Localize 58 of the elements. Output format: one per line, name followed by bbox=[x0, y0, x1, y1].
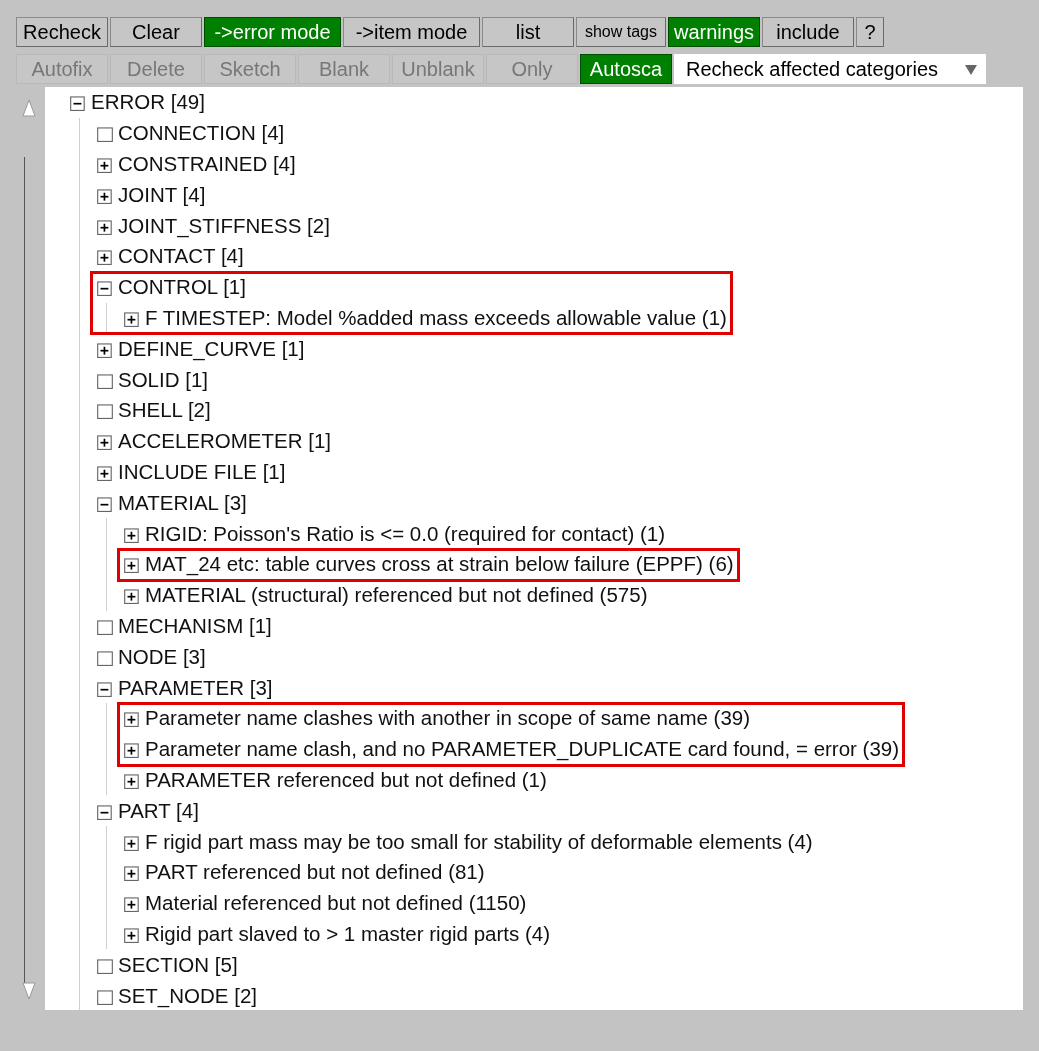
collapse-icon[interactable] bbox=[69, 93, 87, 112]
tree-item[interactable]: ERROR [49] bbox=[91, 90, 205, 115]
tree-item[interactable]: SET_NODE [2] bbox=[118, 983, 257, 1008]
expand-icon[interactable] bbox=[123, 555, 141, 574]
toolbar-button[interactable]: list bbox=[482, 17, 574, 47]
scroll-up-icon[interactable] bbox=[22, 99, 36, 117]
tree-item[interactable]: DEFINE_CURVE [1] bbox=[118, 336, 305, 361]
tree-item[interactable]: Parameter name clash, and no PARAMETER_DUPLICATE card found, = error (39) bbox=[145, 737, 900, 762]
tree-item[interactable]: PARAMETER referenced but not defined (1) bbox=[145, 767, 547, 792]
tree-item[interactable]: CONTROL [1] bbox=[118, 275, 246, 300]
expand-icon[interactable] bbox=[96, 155, 114, 173]
tree-item[interactable]: MATERIAL [3] bbox=[118, 490, 247, 515]
tree-item[interactable]: RIGID: Poisson's Ratio is <= 0.0 (required for contact) (1) bbox=[145, 521, 666, 546]
expand-icon[interactable] bbox=[123, 586, 141, 605]
toolbar-button[interactable]: ->error mode bbox=[204, 17, 341, 47]
expand-icon[interactable] bbox=[123, 894, 141, 913]
toolbar-button[interactable]: warnings bbox=[668, 17, 760, 47]
tree-item[interactable]: SHELL [2] bbox=[118, 398, 211, 423]
tree-item[interactable]: CONTACT [4] bbox=[118, 244, 244, 269]
tree-item[interactable]: CONSTRAINED [4] bbox=[118, 152, 296, 176]
expand-icon[interactable] bbox=[96, 432, 114, 451]
recheck-dropdown[interactable]: Recheck affected categories bbox=[674, 54, 986, 84]
tree-item[interactable]: Parameter name clashes with another in scope of same name (39) bbox=[145, 706, 751, 731]
tree-item[interactable]: Material referenced but not defined (1150) bbox=[145, 891, 527, 916]
toolbar-button[interactable]: include bbox=[762, 17, 854, 47]
tree-item[interactable]: JOINT [4] bbox=[118, 182, 206, 207]
toolbar-button[interactable]: ? bbox=[856, 17, 884, 47]
tree-item[interactable]: MATERIAL (structural) referenced but not defined (575) bbox=[145, 583, 648, 608]
tree-item[interactable]: CONNECTION [4] bbox=[118, 121, 285, 146]
tree-item[interactable]: PARAMETER [3] bbox=[118, 675, 273, 700]
tree-item[interactable]: INCLUDE FILE [1] bbox=[118, 459, 286, 484]
toolbar-button[interactable]: show tags bbox=[576, 17, 666, 47]
tree-item[interactable]: PART referenced but not defined (81) bbox=[145, 860, 485, 885]
tree-item[interactable]: SOLID [1] bbox=[118, 367, 208, 392]
dropdown-arrow-icon bbox=[964, 62, 978, 76]
toolbar-button[interactable]: ->item mode bbox=[343, 17, 480, 47]
tree-item[interactable]: F TIMESTEP: Model %added mass exceeds allowable value (1) bbox=[145, 305, 727, 330]
tree-item[interactable]: PART [4] bbox=[118, 798, 199, 823]
empty-box-icon bbox=[96, 124, 114, 143]
scrollbar-track[interactable] bbox=[24, 157, 27, 983]
expand-icon[interactable] bbox=[96, 247, 114, 266]
tree-item[interactable]: MAT_24 etc: table curves cross at strain below failure (EPPF) (6) bbox=[145, 552, 734, 577]
action-button[interactable]: Autosca bbox=[580, 54, 672, 84]
collapse-icon[interactable] bbox=[96, 278, 114, 297]
tree-item[interactable]: MECHANISM [1] bbox=[118, 613, 272, 638]
tree-item[interactable]: JOINT_STIFFNESS [2] bbox=[118, 213, 330, 238]
tree-item[interactable]: Rigid part slaved to > 1 master rigid parts (4) bbox=[145, 921, 551, 946]
toolbar-button[interactable]: Clear bbox=[110, 17, 202, 47]
expand-icon[interactable] bbox=[123, 709, 141, 728]
tree-item[interactable]: ACCELEROMETER [1] bbox=[118, 429, 332, 454]
tree-item[interactable]: F rigid part mass may be too small for stability of deformable elements (4) bbox=[145, 829, 813, 854]
expand-icon[interactable] bbox=[123, 740, 141, 759]
toolbar-button[interactable]: Recheck bbox=[16, 17, 108, 47]
tree-item[interactable]: SECTION [5] bbox=[118, 952, 238, 977]
expand-icon[interactable] bbox=[123, 863, 141, 882]
scroll-down-icon[interactable] bbox=[22, 982, 36, 1000]
empty-box-icon bbox=[96, 401, 114, 420]
tree-item[interactable]: NODE [3] bbox=[118, 644, 206, 669]
